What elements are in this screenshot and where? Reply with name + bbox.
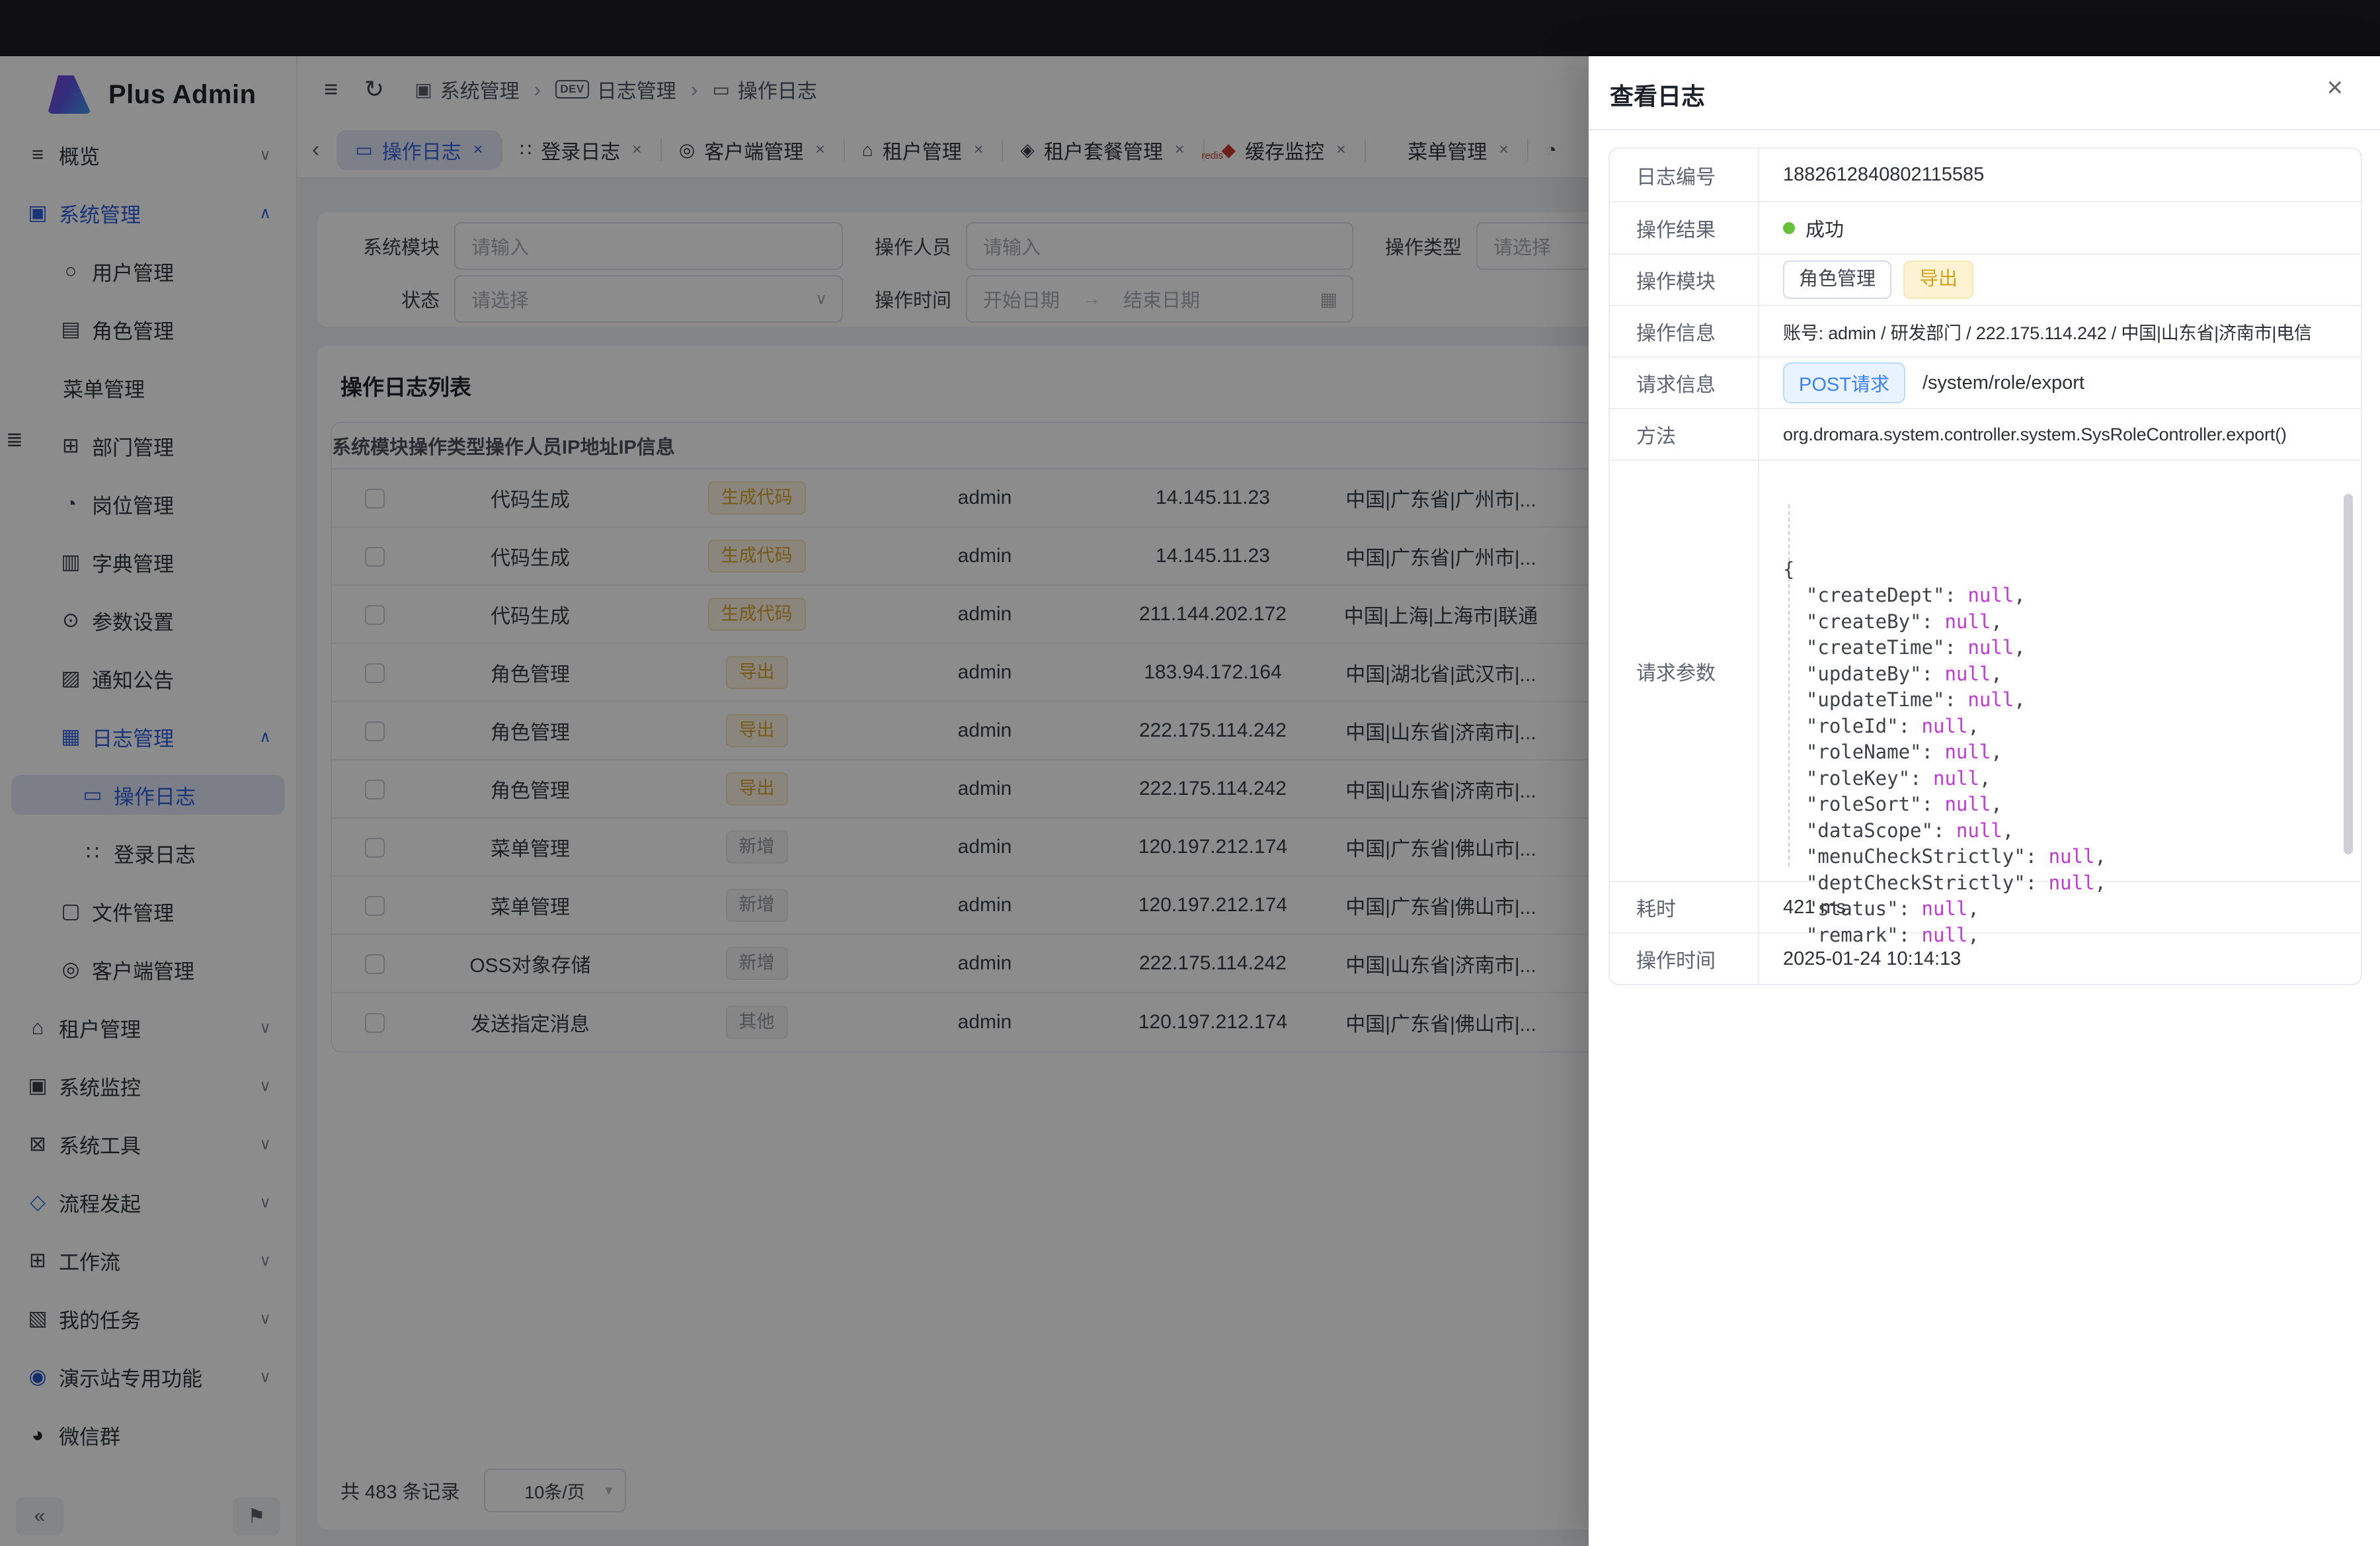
- json-line: "status": null,: [1783, 896, 2341, 922]
- field-label-result: 操作结果: [1610, 202, 1759, 253]
- json-line: "roleId": null,: [1783, 713, 2341, 740]
- module-badge: 角色管理: [1783, 261, 1891, 299]
- post-method-badge: POST请求: [1783, 362, 1905, 403]
- field-label-optime: 操作时间: [1610, 934, 1759, 984]
- json-line: "dataScope": null,: [1783, 818, 2341, 844]
- field-value-method: org.dromara.system.controller.system.Sys…: [1759, 409, 2361, 460]
- json-line: "createTime": null,: [1783, 635, 2341, 661]
- status-text: 成功: [1805, 214, 1844, 242]
- json-line: "menuCheckStrictly": null,: [1783, 844, 2341, 870]
- field-value-request: POST请求 /system/role/export: [1759, 358, 2361, 408]
- json-line: "deptCheckStrictly": null,: [1783, 870, 2341, 897]
- close-icon[interactable]: ×: [2326, 73, 2343, 101]
- success-dot-icon: [1783, 222, 1795, 234]
- drawer-title: 查看日志: [1610, 77, 1705, 112]
- log-detail-table: 日志编号 1882612840802115585 操作结果 成功 操作模块 角色…: [1608, 147, 2362, 985]
- field-value-module: 角色管理 导出: [1759, 255, 2361, 305]
- field-label-params: 请求参数: [1610, 461, 1759, 881]
- field-label-module: 操作模块: [1610, 255, 1759, 305]
- scrollbar-thumb[interactable]: [2344, 494, 2353, 854]
- field-label-request: 请求信息: [1610, 358, 1759, 408]
- field-label-duration: 耗时: [1610, 882, 1759, 932]
- field-label-info: 操作信息: [1610, 306, 1759, 356]
- json-line: "roleSort": null,: [1783, 792, 2341, 818]
- json-line: "createBy": null,: [1783, 609, 2341, 635]
- field-value-info: 账号: admin / 研发部门 / 222.175.114.242 / 中国|…: [1759, 306, 2361, 356]
- field-label-log-id: 日志编号: [1610, 149, 1759, 201]
- json-line: "updateTime": null,: [1783, 687, 2341, 713]
- field-label-method: 方法: [1610, 409, 1759, 460]
- json-line: "roleName": null,: [1783, 739, 2341, 766]
- json-line: "updateBy": null,: [1783, 661, 2341, 688]
- field-value-result: 成功: [1759, 202, 2361, 253]
- json-lines: { "createDept": null, "createBy": null, …: [1783, 478, 2341, 948]
- json-line: "remark": null,: [1783, 922, 2341, 949]
- request-url: /system/role/export: [1923, 372, 2084, 394]
- field-value-log-id: 1882612840802115585: [1759, 149, 2361, 201]
- json-line: "roleKey": null,: [1783, 766, 2341, 792]
- json-line: "createDept": null,: [1783, 583, 2341, 609]
- drawer-header: 查看日志 ×: [1589, 56, 2380, 130]
- op-type-badge: 导出: [1903, 261, 1973, 299]
- request-params-json[interactable]: { "createDept": null, "createBy": null, …: [1759, 461, 2361, 881]
- json-line: {: [1783, 557, 2341, 583]
- view-log-drawer: 查看日志 × 日志编号 1882612840802115585 操作结果 成功 …: [1589, 56, 2380, 1546]
